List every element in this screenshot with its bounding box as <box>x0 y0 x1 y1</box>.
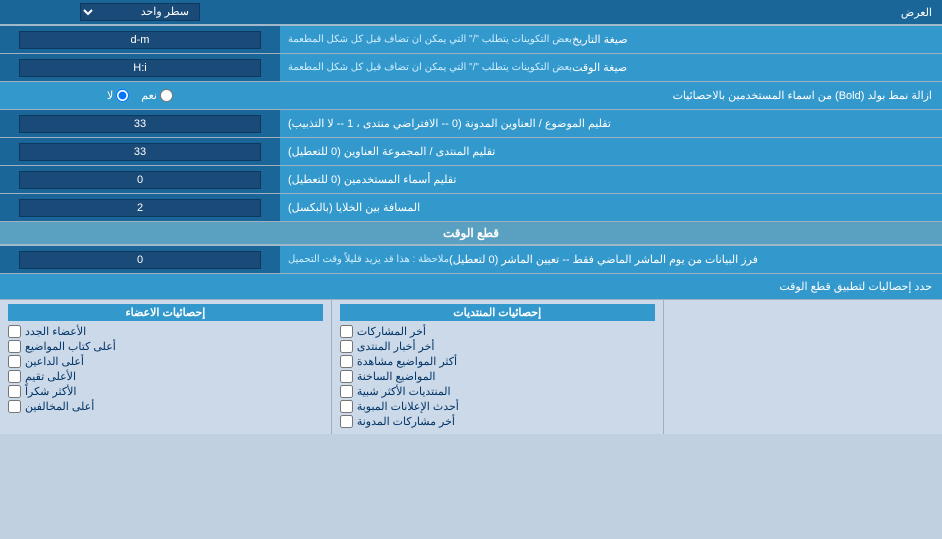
usernames-row: تقليم أسماء المستخدمين (0 للتعطيل) <box>0 166 942 194</box>
checkbox-item-members-2: أعلى كتاب المواضيع <box>8 340 323 353</box>
checkbox-item-posts-3: أكثر المواضيع مشاهدة <box>340 355 655 368</box>
checkboxes-area: إحصائيات المنتديات أخر المشاركات أخر أخب… <box>0 300 942 434</box>
checkbox-col-members: إحصائيات الاعضاء الأعضاء الجدد أعلى كتاب… <box>0 300 331 434</box>
bold-remove-label: ازالة نمط بولد (Bold) من اسماء المستخدمي… <box>280 85 942 106</box>
bold-no-label[interactable]: لا <box>107 89 129 102</box>
date-format-row: صيغة التاريخ بعض التكوينات يتطلب "/" الت… <box>0 26 942 54</box>
stats-limit-label: حدد إحصاليات لتطبيق قطع الوقت <box>0 277 942 296</box>
cutoff-days-label: فرز البيانات من يوم الماشر الماضي فقط --… <box>280 246 942 273</box>
forum-group-input-wrapper <box>0 138 280 165</box>
checkbox-item-posts-5: المنتديات الأكثر شبية <box>340 385 655 398</box>
checkbox-col-empty <box>663 300 942 434</box>
date-format-input-wrapper <box>0 26 280 53</box>
topics-titles-row: تقليم الموضوع / العناوين المدونة (0 -- ا… <box>0 110 942 138</box>
bold-yes-radio[interactable] <box>160 89 173 102</box>
checkbox-col-posts: إحصائيات المنتديات أخر المشاركات أخر أخب… <box>331 300 663 434</box>
time-format-input-wrapper <box>0 54 280 81</box>
checkbox-posts-6[interactable] <box>340 400 353 413</box>
spacing-input[interactable] <box>19 199 260 217</box>
checkbox-item-members-3: أعلى الداعين <box>8 355 323 368</box>
checkbox-members-6[interactable] <box>8 400 21 413</box>
bold-remove-options: نعم لا <box>0 89 280 102</box>
checkbox-posts-5[interactable] <box>340 385 353 398</box>
bold-no-radio[interactable] <box>116 89 129 102</box>
spacing-input-wrapper <box>0 194 280 221</box>
cutoff-days-input[interactable] <box>19 251 260 269</box>
checkbox-item-posts-4: المواضيع الساخنة <box>340 370 655 383</box>
cutoff-days-input-wrapper <box>0 246 280 273</box>
topics-titles-input[interactable] <box>19 115 260 133</box>
checkbox-members-5[interactable] <box>8 385 21 398</box>
checkbox-item-posts-7: أخر مشاركات المدونة <box>340 415 655 428</box>
usernames-input[interactable] <box>19 171 260 189</box>
date-format-label: صيغة التاريخ بعض التكوينات يتطلب "/" الت… <box>280 26 942 53</box>
checkbox-posts-7[interactable] <box>340 415 353 428</box>
cutoff-days-row: فرز البيانات من يوم الماشر الماضي فقط --… <box>0 246 942 274</box>
checkbox-posts-3[interactable] <box>340 355 353 368</box>
stats-limit-row: حدد إحصاليات لتطبيق قطع الوقت <box>0 274 942 300</box>
time-format-label: صيغة الوقت بعض التكوينات يتطلب "/" التي … <box>280 54 942 81</box>
usernames-label: تقليم أسماء المستخدمين (0 للتعطيل) <box>280 166 942 193</box>
checkbox-posts-2[interactable] <box>340 340 353 353</box>
display-label: العرض <box>280 2 942 23</box>
checkbox-members-1[interactable] <box>8 325 21 338</box>
spacing-label: المسافة بين الخلايا (بالبكسل) <box>280 194 942 221</box>
checkbox-item-posts-6: أحدث الإعلانات المبوبة <box>340 400 655 413</box>
checkbox-members-4[interactable] <box>8 370 21 383</box>
time-format-input[interactable] <box>19 59 260 77</box>
col-posts-header: إحصائيات المنتديات <box>340 304 655 321</box>
checkbox-item-members-1: الأعضاء الجدد <box>8 325 323 338</box>
date-format-input[interactable] <box>19 31 260 49</box>
checkbox-posts-4[interactable] <box>340 370 353 383</box>
bold-remove-row: ازالة نمط بولد (Bold) من اسماء المستخدمي… <box>0 82 942 110</box>
page-wrapper: العرض سطر واحد سطرين ثلاثة أسطر صيغة الت… <box>0 0 942 434</box>
usernames-input-wrapper <box>0 166 280 193</box>
display-select-wrapper: سطر واحد سطرين ثلاثة أسطر <box>0 1 280 23</box>
forum-group-input[interactable] <box>19 143 260 161</box>
checkbox-members-2[interactable] <box>8 340 21 353</box>
checkbox-members-3[interactable] <box>8 355 21 368</box>
checkbox-item-posts-1: أخر المشاركات <box>340 325 655 338</box>
topics-titles-input-wrapper <box>0 110 280 137</box>
checkbox-item-members-4: الأعلى تقيم <box>8 370 323 383</box>
checkbox-posts-1[interactable] <box>340 325 353 338</box>
checkbox-item-members-6: أعلى المخالفين <box>8 400 323 413</box>
forum-group-label: تقليم المنتدى / المجموعة العناوين (0 للت… <box>280 138 942 165</box>
spacing-row: المسافة بين الخلايا (بالبكسل) <box>0 194 942 222</box>
time-format-row: صيغة الوقت بعض التكوينات يتطلب "/" التي … <box>0 54 942 82</box>
display-row: العرض سطر واحد سطرين ثلاثة أسطر <box>0 0 942 26</box>
cutoff-section-label: قطع الوقت <box>0 223 942 243</box>
topics-titles-label: تقليم الموضوع / العناوين المدونة (0 -- ا… <box>280 110 942 137</box>
display-select[interactable]: سطر واحد سطرين ثلاثة أسطر <box>80 3 200 21</box>
bold-yes-label[interactable]: نعم <box>141 89 173 102</box>
forum-group-row: تقليم المنتدى / المجموعة العناوين (0 للت… <box>0 138 942 166</box>
col-members-header: إحصائيات الاعضاء <box>8 304 323 321</box>
checkbox-item-posts-2: أخر أخبار المنتدى <box>340 340 655 353</box>
cutoff-section-header: قطع الوقت <box>0 222 942 246</box>
checkbox-item-members-5: الأكثر شكراً <box>8 385 323 398</box>
